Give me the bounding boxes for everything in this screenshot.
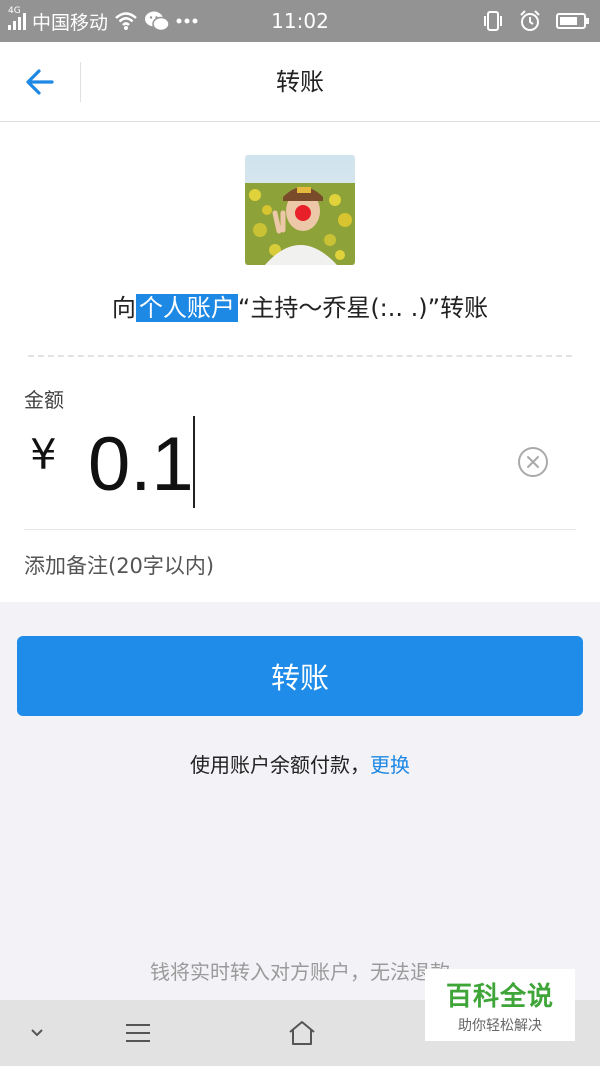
recipient-prefix: 向: [111, 294, 136, 322]
currency-symbol: ¥: [30, 430, 57, 479]
more-icon: [176, 18, 198, 24]
home-button[interactable]: [282, 1000, 322, 1066]
amount-label: 金额: [24, 388, 64, 412]
menu-button[interactable]: [118, 1000, 158, 1066]
recipient-name: “主持～乔星(:.. .)”: [237, 294, 441, 322]
clear-amount-button[interactable]: [517, 446, 549, 478]
recipient-line: 向个人账户 “主持～乔星(:.. .)”转账: [0, 288, 600, 323]
avatar[interactable]: [245, 155, 355, 265]
text-cursor: [193, 416, 195, 508]
signal-icon: 4G: [8, 6, 26, 30]
recipient-suffix: 转账: [440, 294, 489, 322]
carrier-name: 中国移动: [32, 11, 109, 34]
note-input[interactable]: 添加备注(20字以内): [24, 550, 214, 580]
amount-divider: [24, 529, 576, 530]
collapse-button[interactable]: [17, 1000, 57, 1066]
battery-fill: [560, 17, 577, 25]
alarm-icon: [520, 10, 540, 31]
wechat-icon: [145, 11, 170, 32]
menu-icon: [126, 1024, 150, 1042]
status-left: 4G 中国移动: [8, 0, 198, 42]
home-icon: [289, 1021, 315, 1045]
watermark-title: 百科全说: [445, 981, 554, 1012]
change-payment-link[interactable]: 更换: [370, 753, 410, 777]
battery-icon: [556, 13, 589, 29]
transfer-form: 向个人账户 “主持～乔星(:.. .)”转账 金额 ¥ 0.1 添加备注(20字以…: [0, 122, 600, 602]
page-title: 转账: [276, 68, 324, 96]
status-right: [482, 0, 589, 42]
chevron-down-icon: [31, 1029, 43, 1037]
amount-input[interactable]: 0.1: [88, 420, 194, 510]
status-bar: 4G 中国移动 11:02: [0, 0, 600, 42]
transfer-button[interactable]: 转账: [17, 636, 583, 716]
wifi-icon: [115, 12, 137, 30]
watermark-subtitle: 助你轻松解决: [458, 1017, 542, 1034]
watermark-logo: 百科全说 助你轻松解决: [425, 969, 575, 1041]
avatar-photo: [245, 155, 355, 265]
transfer-button-label: 转账: [270, 661, 329, 695]
payment-method-text: 使用账户余额付款，: [190, 753, 370, 777]
vibrate-icon: [484, 11, 502, 31]
account-type: 个人账户: [135, 294, 238, 322]
clear-icon: [518, 447, 548, 477]
network-type: 4G: [8, 6, 21, 16]
payment-method: 使用账户余额付款，更换: [0, 749, 600, 778]
divider-dashed: [28, 355, 572, 357]
nav-bar: 转账: [0, 42, 600, 122]
